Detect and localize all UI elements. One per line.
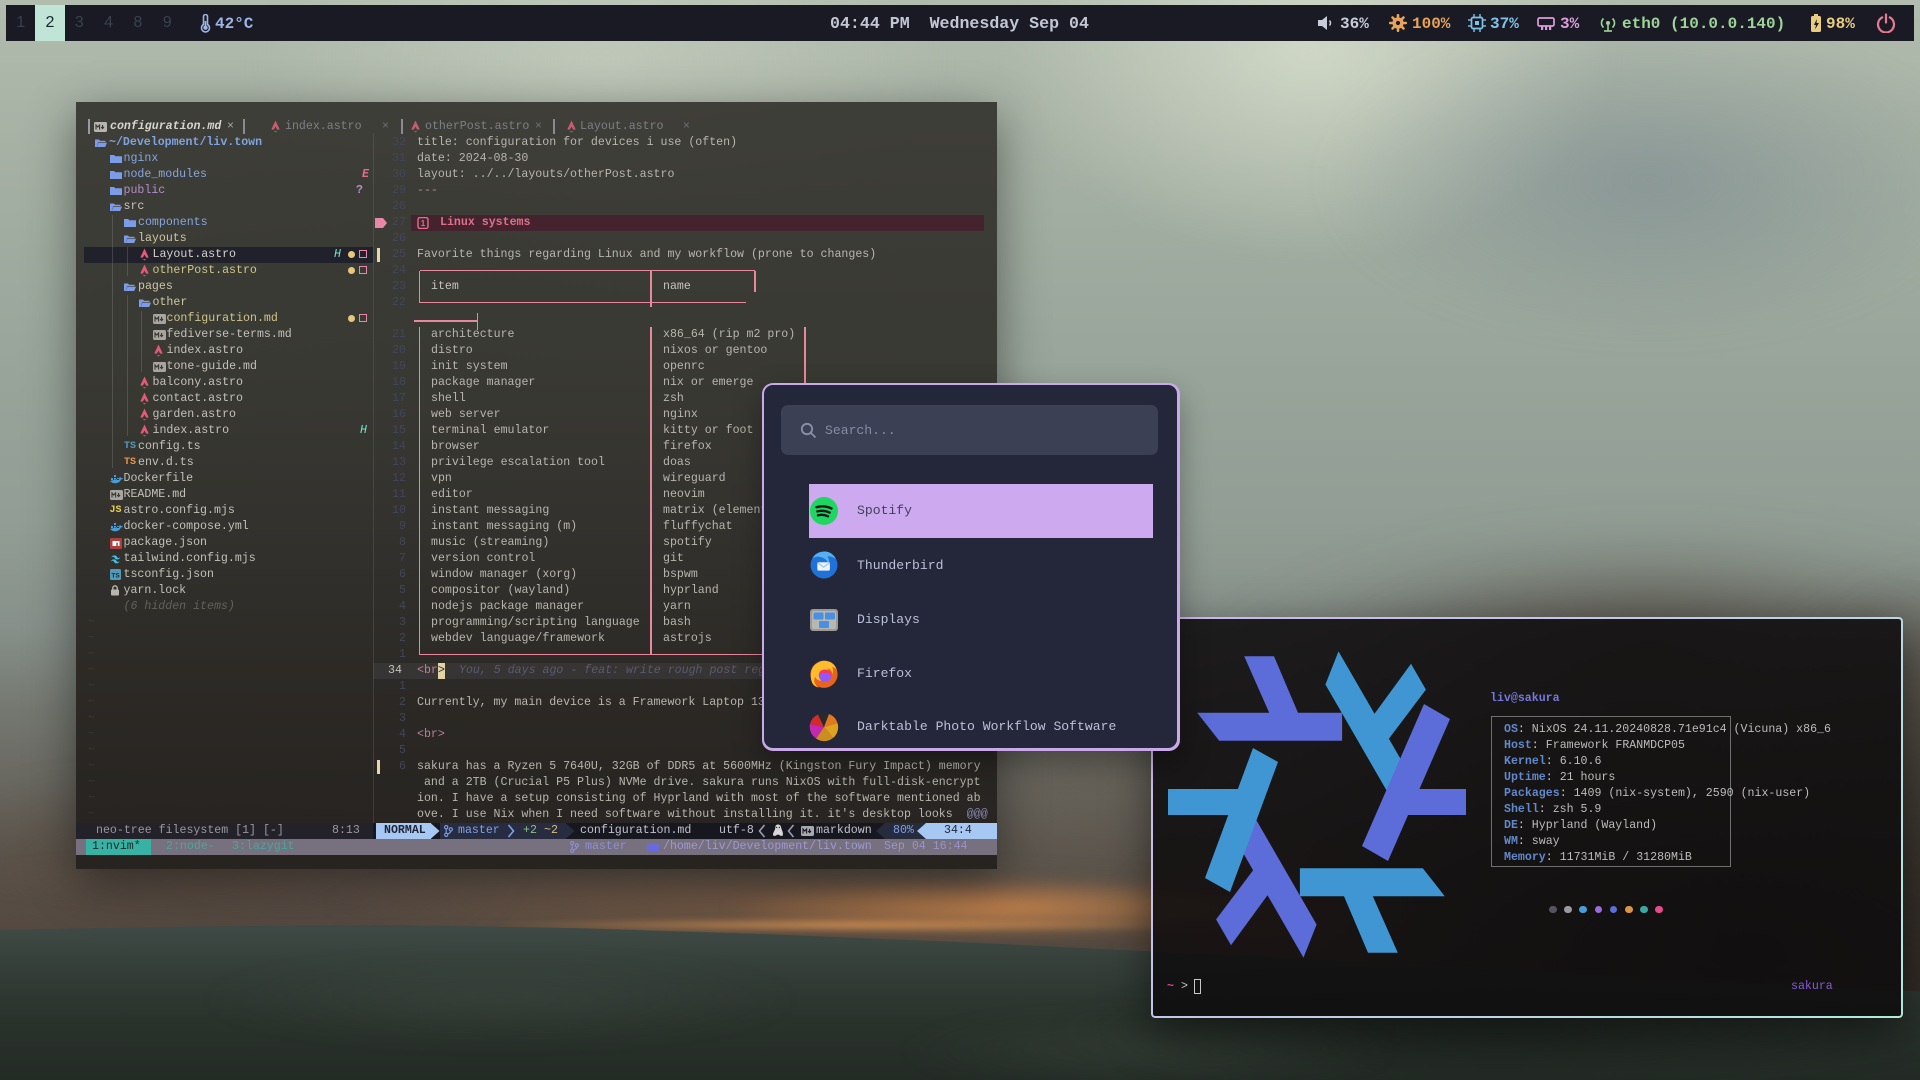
svg-text:1: 1 <box>421 219 426 228</box>
svg-text:TS: TS <box>111 572 120 579</box>
